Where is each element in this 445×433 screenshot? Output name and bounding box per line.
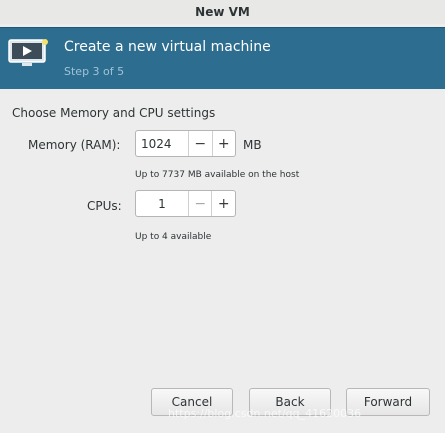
plus-icon: + [217, 135, 230, 152]
cpus-hint: Up to 4 available [135, 232, 212, 242]
memory-unit: MB [243, 138, 262, 152]
banner-title: Create a new virtual machine [64, 39, 271, 55]
memory-label: Memory (RAM): [28, 138, 121, 152]
cpus-label: CPUs: [87, 199, 122, 213]
memory-decrease-button[interactable]: − [187, 131, 212, 156]
cancel-button[interactable]: Cancel [151, 388, 233, 416]
minus-icon: − [194, 195, 207, 212]
memory-increase-button[interactable]: + [211, 131, 236, 156]
cpus-increase-button[interactable]: + [211, 191, 235, 216]
step-indicator: Step 3 of 5 [64, 65, 125, 78]
section-title: Choose Memory and CPU settings [12, 106, 216, 120]
window-titlebar: New VM [0, 0, 445, 24]
cpus-spinbutton[interactable]: 1 − + [135, 190, 236, 217]
memory-spinbutton[interactable]: 1024 − + [135, 130, 236, 157]
monitor-play-icon [8, 39, 48, 66]
cpus-value[interactable]: 1 [136, 191, 188, 216]
minus-icon: − [194, 135, 207, 152]
memory-hint: Up to 7737 MB available on the host [135, 170, 300, 180]
back-button[interactable]: Back [249, 388, 331, 416]
forward-button[interactable]: Forward [346, 388, 430, 416]
cpus-decrease-button[interactable]: − [187, 191, 212, 216]
plus-icon: + [217, 195, 230, 212]
wizard-banner: Create a new virtual machine Step 3 of 5 [0, 27, 445, 89]
wizard-content: Choose Memory and CPU settings Memory (R… [0, 89, 445, 433]
memory-value[interactable]: 1024 [136, 131, 188, 156]
window-title: New VM [195, 5, 250, 19]
